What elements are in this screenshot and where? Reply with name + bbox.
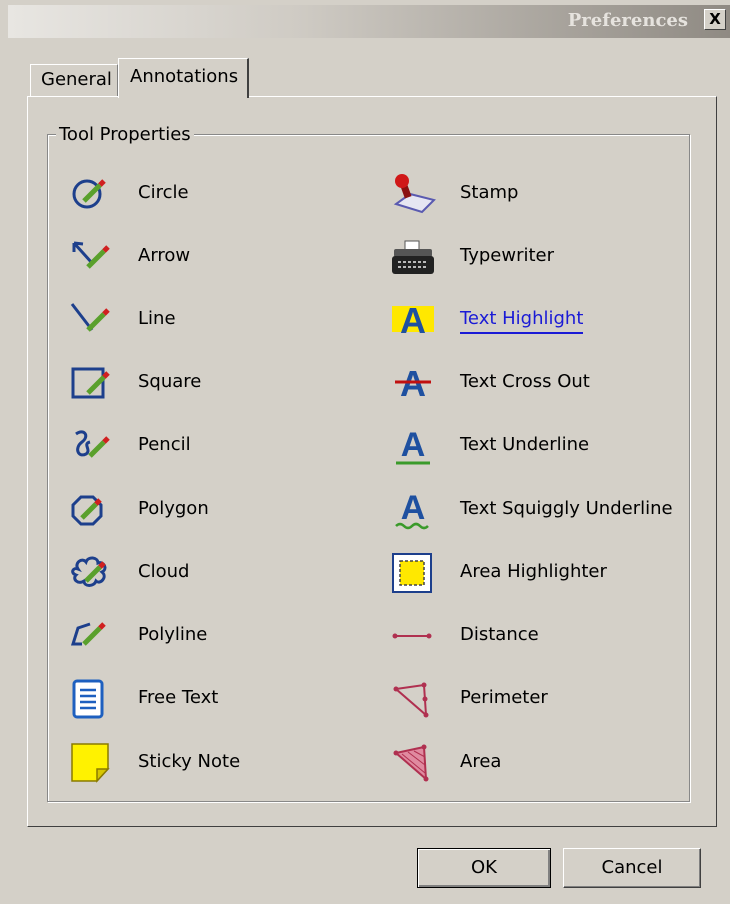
arrow-icon — [72, 241, 110, 269]
cloud-icon — [71, 556, 107, 587]
tool-label: Arrow — [138, 245, 191, 266]
pencil-icon — [75, 430, 110, 458]
cancel-button[interactable]: Cancel — [563, 848, 701, 888]
group-title: Tool Properties — [56, 124, 194, 145]
area-icon — [393, 744, 429, 782]
square-icon — [71, 367, 110, 399]
title-bar: Preferences X — [8, 5, 730, 38]
typewriter-icon — [392, 240, 434, 274]
tool-label: Sticky Note — [138, 751, 241, 772]
tool-label: Text Squiggly Underline — [460, 498, 673, 519]
line-icon — [70, 303, 110, 332]
text-highlight-icon: A — [392, 300, 434, 340]
distance-icon — [392, 633, 432, 639]
circle-icon — [72, 179, 106, 209]
polygon-icon — [71, 495, 103, 526]
svg-text:A: A — [401, 426, 426, 464]
free-text-icon — [72, 679, 104, 719]
area-highlighter-icon — [392, 553, 432, 593]
tool-label: Area — [460, 751, 502, 772]
tool-label: Polyline — [138, 624, 208, 645]
tab-general[interactable]: General — [30, 64, 118, 96]
svg-text:A: A — [401, 490, 426, 527]
tool-label: Stamp — [460, 182, 519, 203]
tool-label: Line — [138, 308, 176, 329]
tool-label: Area Highlighter — [460, 561, 607, 582]
tool-label: Text Underline — [460, 434, 590, 455]
tool-label: Free Text — [138, 687, 219, 708]
stamp-icon — [393, 174, 436, 214]
tool-label: Typewriter — [460, 245, 554, 266]
tab-annotations[interactable]: Annotations — [118, 58, 249, 98]
svg-text:A: A — [400, 300, 426, 340]
tool-label: Text Highlight — [460, 308, 584, 334]
text-cross-out-icon: A — [395, 363, 431, 403]
tool-label: Polygon — [138, 498, 209, 519]
perimeter-icon — [393, 682, 429, 718]
ok-button[interactable]: OK — [417, 848, 551, 888]
text-underline-icon: A — [396, 426, 430, 465]
window-title: Preferences — [567, 10, 688, 31]
tool-label: Distance — [460, 624, 539, 645]
close-button[interactable]: X — [704, 9, 726, 30]
tool-label: Text Cross Out — [460, 371, 590, 392]
tool-label: Pencil — [138, 434, 191, 455]
tool-label: Cloud — [138, 561, 190, 582]
text-squiggly-underline-icon: A — [395, 490, 429, 530]
tool-label: Perimeter — [460, 687, 548, 708]
sticky-note-icon — [71, 743, 110, 783]
polyline-icon — [70, 622, 106, 646]
tool-label: Square — [138, 371, 202, 392]
tool-label: Circle — [138, 182, 189, 203]
